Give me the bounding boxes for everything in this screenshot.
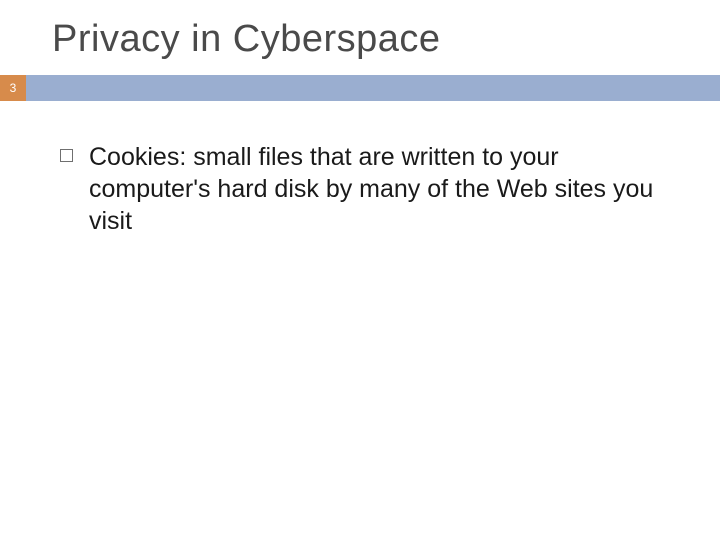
square-bullet-icon xyxy=(60,149,73,162)
accent-bar xyxy=(26,75,720,101)
list-item: Cookies: small files that are written to… xyxy=(60,141,660,237)
accent-bar-row: 3 xyxy=(0,75,720,101)
page-number-badge: 3 xyxy=(0,75,26,101)
slide-title: Privacy in Cyberspace xyxy=(0,0,720,75)
slide-content: Cookies: small files that are written to… xyxy=(0,101,720,237)
bullet-text: Cookies: small files that are written to… xyxy=(89,141,660,237)
